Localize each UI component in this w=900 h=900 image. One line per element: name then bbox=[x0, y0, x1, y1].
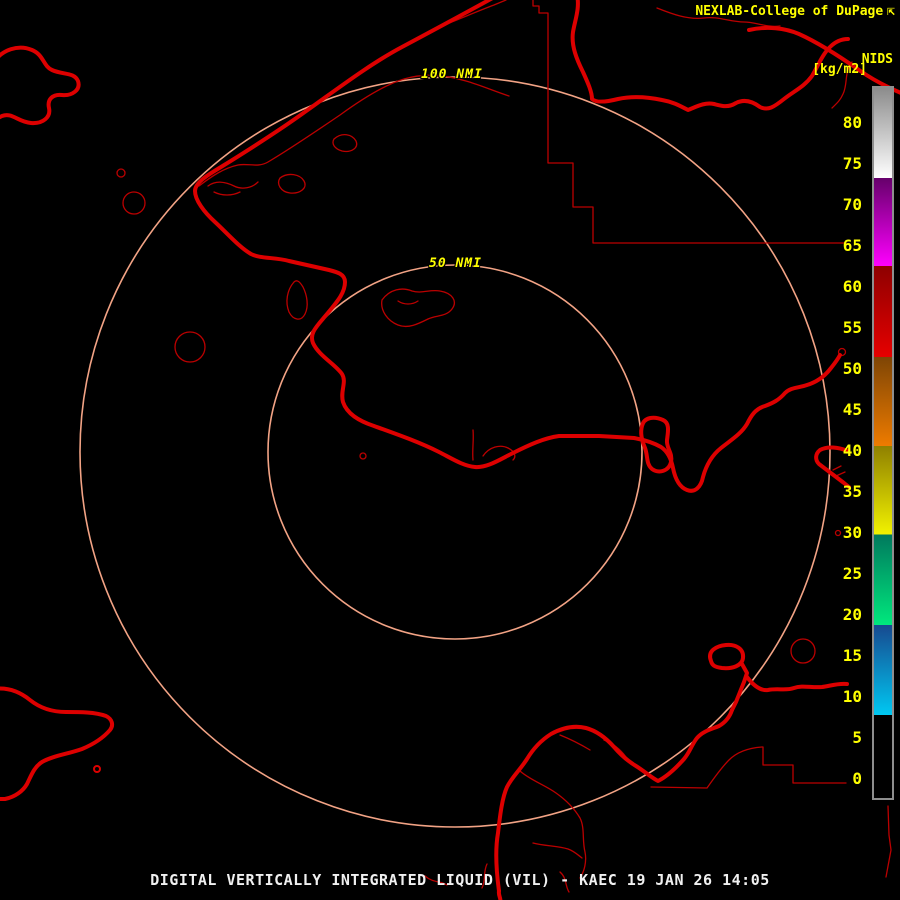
colorbar-tick-label-25: 25 bbox=[842, 564, 862, 583]
colorbar-tick-label-10: 10 bbox=[842, 687, 862, 706]
colorbar-tick-label-15: 15 bbox=[842, 646, 862, 665]
colorbar-tick-label-40: 40 bbox=[842, 441, 862, 460]
colorbar-tick-label-45: 45 bbox=[842, 400, 862, 419]
brand-text: NEXLAB-College of DuPage bbox=[695, 4, 884, 19]
colorbar bbox=[872, 86, 894, 800]
colorbar-tick-label-75: 75 bbox=[842, 154, 862, 173]
colorbar-tick-label-60: 60 bbox=[842, 277, 862, 296]
coastline-thin-group bbox=[93, 0, 892, 893]
inner-ring-label: 50 NMI bbox=[429, 256, 482, 271]
units-label: [kg/m2] bbox=[812, 62, 867, 77]
colorbar-tick-label-50: 50 bbox=[842, 359, 862, 378]
inner-range-ring bbox=[267, 264, 643, 640]
colorbar-tick-label-5: 5 bbox=[852, 728, 862, 747]
brand-banner: NEXLAB-College of DuPage ⇱ bbox=[695, 4, 895, 19]
radar-display: NEXLAB-College of DuPage ⇱ NIDS [kg/m2] 8… bbox=[0, 0, 900, 900]
product-caption: DIGITAL VERTICALLY INTEGRATED LIQUID (VI… bbox=[150, 871, 770, 889]
colorbar-tick-label-30: 30 bbox=[842, 523, 862, 542]
colorbar-tick-label-70: 70 bbox=[842, 195, 862, 214]
brand-icon: ⇱ bbox=[887, 4, 895, 19]
outer-ring-label: 100 NMI bbox=[421, 67, 483, 82]
colorbar-tick-label-80: 80 bbox=[842, 113, 862, 132]
colorbar-tick-label-55: 55 bbox=[842, 318, 862, 337]
colorbar-tick-label-35: 35 bbox=[842, 482, 862, 501]
colorbar-tick-label-0: 0 bbox=[852, 769, 862, 788]
radar-map bbox=[0, 0, 900, 900]
colorbar-tick-label-65: 65 bbox=[842, 236, 862, 255]
colorbar-tick-label-20: 20 bbox=[842, 605, 862, 624]
